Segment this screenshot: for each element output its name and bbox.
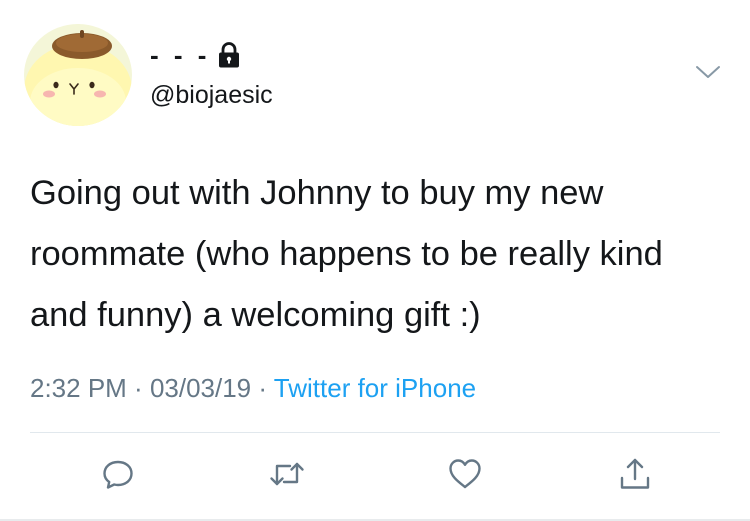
avatar[interactable]	[24, 24, 132, 126]
divider	[30, 432, 720, 433]
meta-separator: ·	[251, 373, 274, 403]
meta-separator: ·	[126, 373, 150, 403]
tweet-actions-bar	[0, 452, 750, 502]
display-name[interactable]: - - -	[150, 40, 240, 70]
pompompurin-avatar-image	[24, 24, 132, 126]
like-button[interactable]	[441, 452, 489, 500]
share-button[interactable]	[611, 452, 659, 500]
retweet-icon	[268, 457, 306, 496]
tweet-meta: 2:32 PM · 03/03/19 · Twitter for iPhone	[30, 373, 476, 404]
speech-bubble-icon	[101, 457, 135, 496]
heart-icon	[447, 457, 483, 496]
tweet-date: 03/03/19	[149, 373, 252, 403]
chevron-down-icon[interactable]	[694, 62, 722, 82]
tweet-source-link[interactable]: Twitter for iPhone	[274, 373, 476, 403]
tweet-time: 2:32 PM	[30, 373, 127, 403]
reply-button[interactable]	[94, 452, 142, 500]
user-handle[interactable]: @biojaesic	[150, 81, 273, 110]
share-icon	[618, 456, 652, 497]
tweet-text: Going out with Johnny to buy my new room…	[30, 174, 663, 334]
retweet-button[interactable]	[263, 452, 311, 500]
lock-icon	[218, 42, 240, 68]
display-name-text: - - -	[150, 39, 211, 70]
